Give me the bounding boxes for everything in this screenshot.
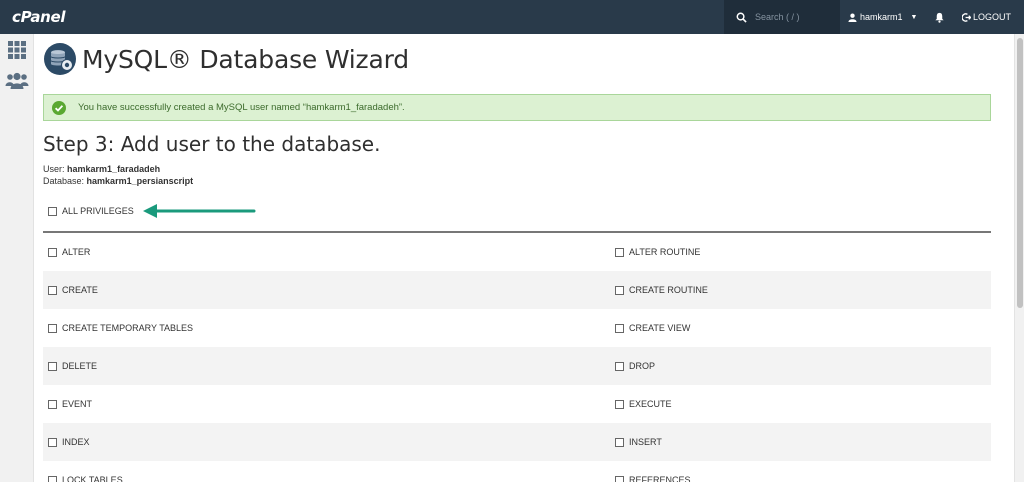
logout-icon — [962, 12, 971, 22]
user-icon — [848, 13, 857, 22]
checkbox[interactable] — [48, 437, 57, 447]
page-scrollbar[interactable] — [1014, 34, 1024, 482]
checkbox[interactable] — [48, 285, 57, 295]
all-privileges-checkbox[interactable]: ALL PRIVILEGES — [48, 206, 134, 216]
privilege-label: EXECUTE — [629, 399, 672, 409]
search-input[interactable] — [755, 12, 835, 22]
privilege-checkbox[interactable]: INSERT — [615, 437, 662, 447]
checkbox[interactable] — [615, 247, 624, 257]
sidebar-item-home[interactable] — [7, 40, 29, 62]
privilege-label: CREATE — [62, 285, 98, 295]
table-row: ALTER ALTER ROUTINE — [43, 233, 991, 271]
privilege-checkbox[interactable]: DELETE — [48, 361, 97, 371]
checkbox[interactable] — [615, 285, 624, 295]
privilege-checkbox[interactable]: DROP — [615, 361, 655, 371]
username: hamkarm1 — [860, 12, 903, 22]
user-value: hamkarm1_faradadeh — [67, 164, 161, 174]
privilege-label: DELETE — [62, 361, 98, 371]
logout-label: LOGOUT — [973, 12, 1012, 22]
privilege-label: INSERT — [629, 437, 662, 447]
checkbox[interactable] — [48, 399, 57, 409]
privilege-checkbox[interactable]: INDEX — [48, 437, 90, 447]
top-bar: cPanel hamkarm1 ▼ LOGOUT — [0, 0, 1024, 34]
table-row: INDEX INSERT — [43, 423, 991, 461]
database-line: Database: hamkarm1_persianscript — [43, 176, 193, 186]
checkbox[interactable] — [615, 399, 624, 409]
user-label: User: — [43, 164, 65, 174]
sidebar-item-users[interactable] — [5, 72, 31, 94]
alert-message: You have successfully created a MySQL us… — [78, 102, 405, 113]
notifications-button[interactable] — [928, 0, 950, 34]
checkbox[interactable] — [48, 206, 57, 216]
logout-button[interactable]: LOGOUT — [962, 0, 1011, 34]
step-title: Step 3: Add user to the database. — [43, 132, 381, 156]
privilege-checkbox[interactable]: CREATE TEMPORARY TABLES — [48, 323, 193, 333]
privilege-checkbox[interactable]: ALTER — [48, 247, 90, 257]
checkbox[interactable] — [615, 437, 624, 447]
privilege-label: CREATE VIEW — [629, 323, 691, 333]
database-label: Database: — [43, 176, 85, 186]
checkbox[interactable] — [615, 475, 624, 482]
privilege-label: LOCK TABLES — [62, 475, 123, 482]
privilege-checkbox[interactable]: CREATE ROUTINE — [615, 285, 708, 295]
privilege-label: REFERENCES — [629, 475, 691, 482]
page-title: MySQL® Database Wizard — [82, 45, 409, 74]
user-menu[interactable]: hamkarm1 ▼ — [848, 0, 917, 34]
privilege-label: ALTER ROUTINE — [629, 247, 701, 257]
scrollbar-thumb[interactable] — [1017, 38, 1023, 308]
privilege-checkbox[interactable]: CREATE VIEW — [615, 323, 690, 333]
database-value: hamkarm1_persianscript — [86, 176, 194, 186]
success-alert: You have successfully created a MySQL us… — [43, 94, 991, 121]
privilege-label: CREATE ROUTINE — [629, 285, 708, 295]
privilege-label: ALTER — [62, 247, 91, 257]
privileges-table: ALTER ALTER ROUTINE CREATE CREATE ROUTINE CR… — [43, 231, 991, 482]
user-line: User: hamkarm1_faradadeh — [43, 164, 160, 174]
privilege-checkbox[interactable]: ALTER ROUTINE — [615, 247, 700, 257]
database-icon — [44, 43, 76, 75]
privilege-checkbox[interactable]: CREATE — [48, 285, 98, 295]
search-box[interactable] — [724, 0, 840, 34]
privilege-label: INDEX — [62, 437, 90, 447]
privilege-label: EVENT — [62, 399, 93, 409]
chevron-down-icon: ▼ — [910, 13, 918, 21]
grid-icon — [8, 41, 26, 59]
privilege-label: DROP — [629, 361, 656, 371]
privilege-checkbox[interactable]: EVENT — [48, 399, 92, 409]
checkbox[interactable] — [615, 361, 624, 371]
all-privileges-label: ALL PRIVILEGES — [62, 206, 134, 216]
privilege-checkbox[interactable]: LOCK TABLES — [48, 475, 123, 482]
privilege-checkbox[interactable]: EXECUTE — [615, 399, 672, 409]
privilege-checkbox[interactable]: REFERENCES — [615, 475, 691, 482]
checkbox[interactable] — [615, 323, 624, 333]
table-row: DELETE DROP — [43, 347, 991, 385]
left-sidebar — [0, 34, 34, 482]
checkbox[interactable] — [48, 247, 57, 257]
table-row: LOCK TABLES REFERENCES — [43, 461, 991, 482]
table-row: CREATE TEMPORARY TABLES CREATE VIEW — [43, 309, 991, 347]
table-row: EVENT EXECUTE — [43, 385, 991, 423]
search-icon — [736, 12, 747, 23]
checkbox[interactable] — [48, 361, 57, 371]
users-icon — [5, 72, 29, 89]
arrow-left-icon — [143, 204, 256, 218]
checkbox[interactable] — [48, 475, 57, 482]
table-row: CREATE CREATE ROUTINE — [43, 271, 991, 309]
bell-icon — [934, 12, 944, 23]
privilege-label: CREATE TEMPORARY TABLES — [62, 323, 194, 333]
check-circle-icon — [52, 100, 66, 115]
cpanel-logo[interactable]: cPanel — [12, 8, 66, 26]
checkbox[interactable] — [48, 323, 57, 333]
